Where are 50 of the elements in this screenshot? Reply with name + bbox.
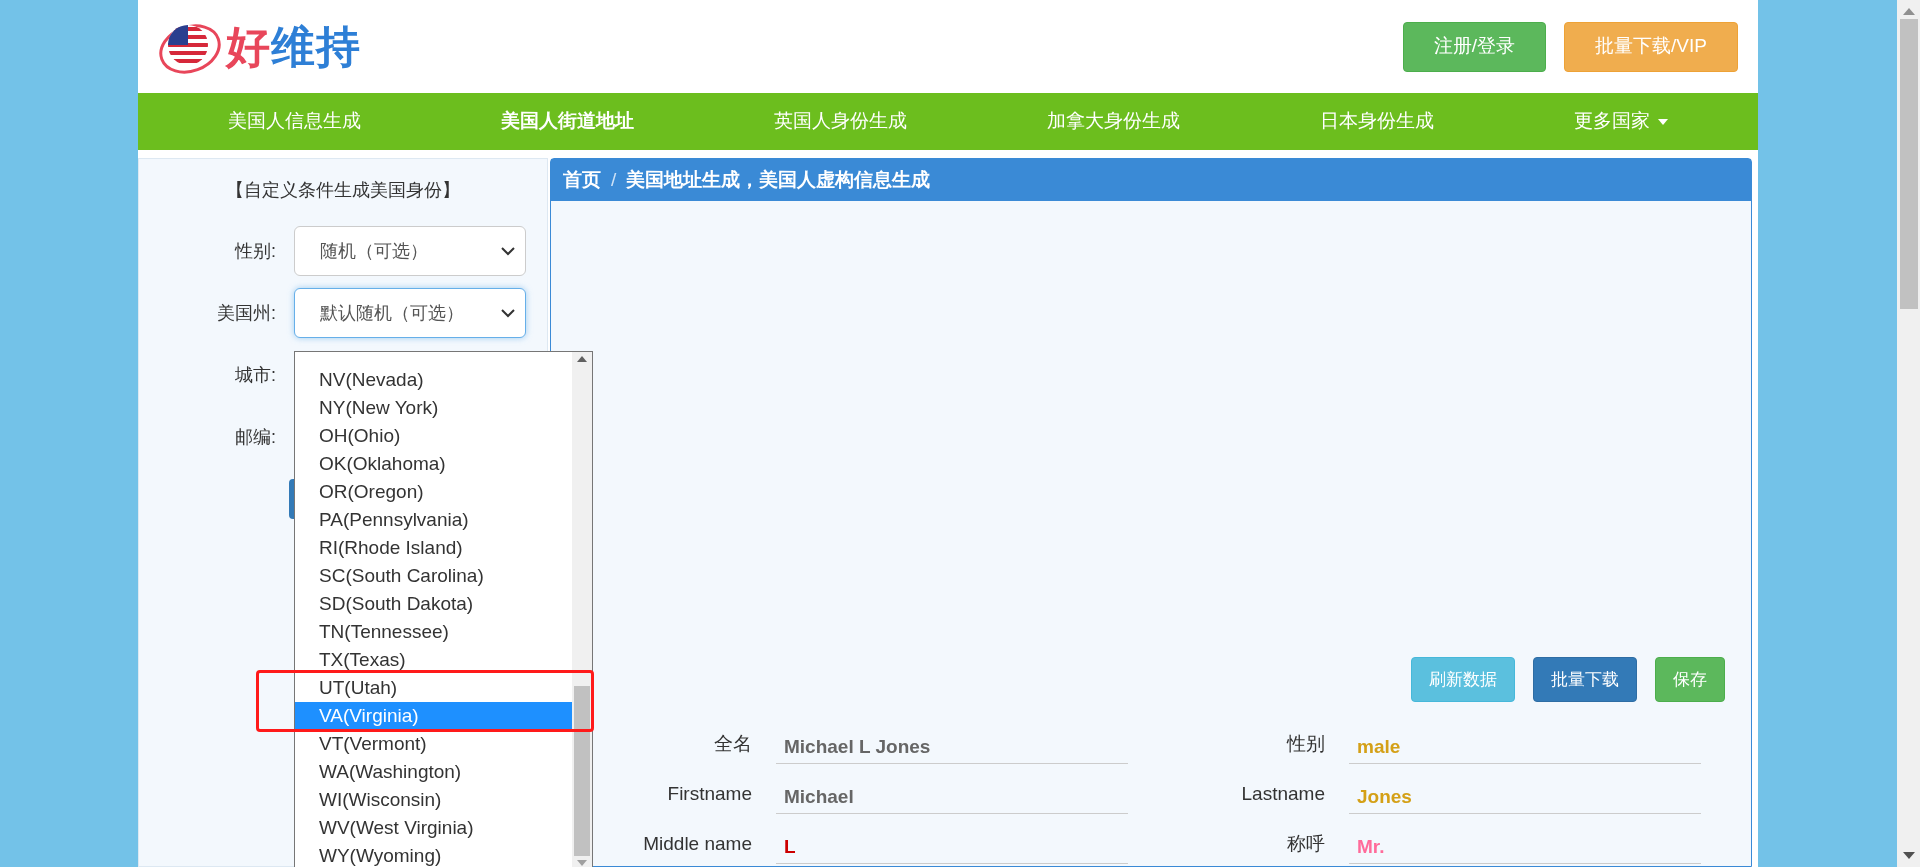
site-logo-text[interactable]: 好维持 — [226, 13, 362, 80]
detail-label: 性别 — [1285, 731, 1326, 756]
scrollbar[interactable] — [572, 352, 592, 867]
detail-label: Firstname — [666, 781, 753, 806]
dropdown-option[interactable]: VT(Vermont) — [295, 730, 572, 758]
dropdown-option[interactable]: UT(Utah) — [295, 674, 572, 702]
chevron-down-icon — [501, 246, 515, 256]
dropdown-option[interactable]: OK(Oklahoma) — [295, 450, 572, 478]
breadcrumb-current: 美国地址生成，美国人虚构信息生成 — [626, 167, 931, 192]
dropdown-option[interactable]: NY(New York) — [295, 394, 572, 422]
dropdown-list[interactable] — [294, 351, 593, 867]
dropdown-option[interactable]: NV(Nevada) — [295, 366, 572, 394]
detail-label: Middle name — [642, 831, 753, 856]
page-scrollbar[interactable] — [1897, 0, 1920, 867]
scroll-up-icon[interactable] — [577, 356, 587, 362]
dropdown-option[interactable]: WY(Wyoming) — [295, 842, 572, 867]
dropdown-option[interactable]: PA(Pennsylvania) — [295, 506, 572, 534]
detail-value: Mr. — [1349, 832, 1701, 864]
chevron-down-icon — [501, 308, 515, 318]
breadcrumb-link[interactable]: 首页 — [563, 165, 601, 195]
dropdown-option[interactable]: WA(Washington) — [295, 758, 572, 786]
field-label: 性别: — [233, 239, 277, 263]
scroll-down-icon[interactable] — [1902, 852, 1915, 859]
select-field[interactable]: 随机（可选） — [294, 226, 526, 276]
detail-value: Michael — [776, 782, 1128, 814]
breadcrumb-separator: / — [611, 167, 617, 192]
detail-label: Lastname — [1240, 781, 1326, 806]
dropdown-option[interactable]: WI(Wisconsin) — [295, 786, 572, 814]
action-button[interactable]: 批量下载 — [1533, 657, 1637, 702]
dropdown-option[interactable]: OH(Ohio) — [295, 422, 572, 450]
scroll-up-icon[interactable] — [1902, 8, 1915, 15]
detail-value: Jones — [1349, 782, 1701, 814]
detail-value: L — [776, 832, 1128, 864]
dropdown-option[interactable]: RI(Rhode Island) — [295, 534, 572, 562]
dropdown-option[interactable]: TN(Tennessee) — [295, 618, 572, 646]
caret-icon — [1658, 118, 1668, 125]
dropdown-option[interactable]: OR(Oregon) — [295, 478, 572, 506]
select-field[interactable]: 默认随机（可选） — [294, 288, 526, 338]
dropdown-option[interactable]: SC(South Carolina) — [295, 562, 572, 590]
sidebar-title: 【自定义条件生成美国身份】 — [225, 179, 461, 202]
detail-label: 称呼 — [1286, 831, 1326, 856]
dropdown-option[interactable]: WV(West Virginia) — [295, 814, 572, 842]
field-label: 邮编: — [234, 425, 277, 449]
dropdown-option[interactable]: SD(South Dakota) — [295, 590, 572, 618]
detail-label: 全名 — [713, 731, 753, 756]
field-label: 城市: — [234, 363, 277, 387]
dropdown-option[interactable]: TX(Texas) — [295, 646, 572, 674]
detail-value: Michael L Jones — [776, 732, 1128, 764]
field-label: 美国州: — [216, 301, 277, 325]
detail-value: male — [1349, 732, 1701, 764]
